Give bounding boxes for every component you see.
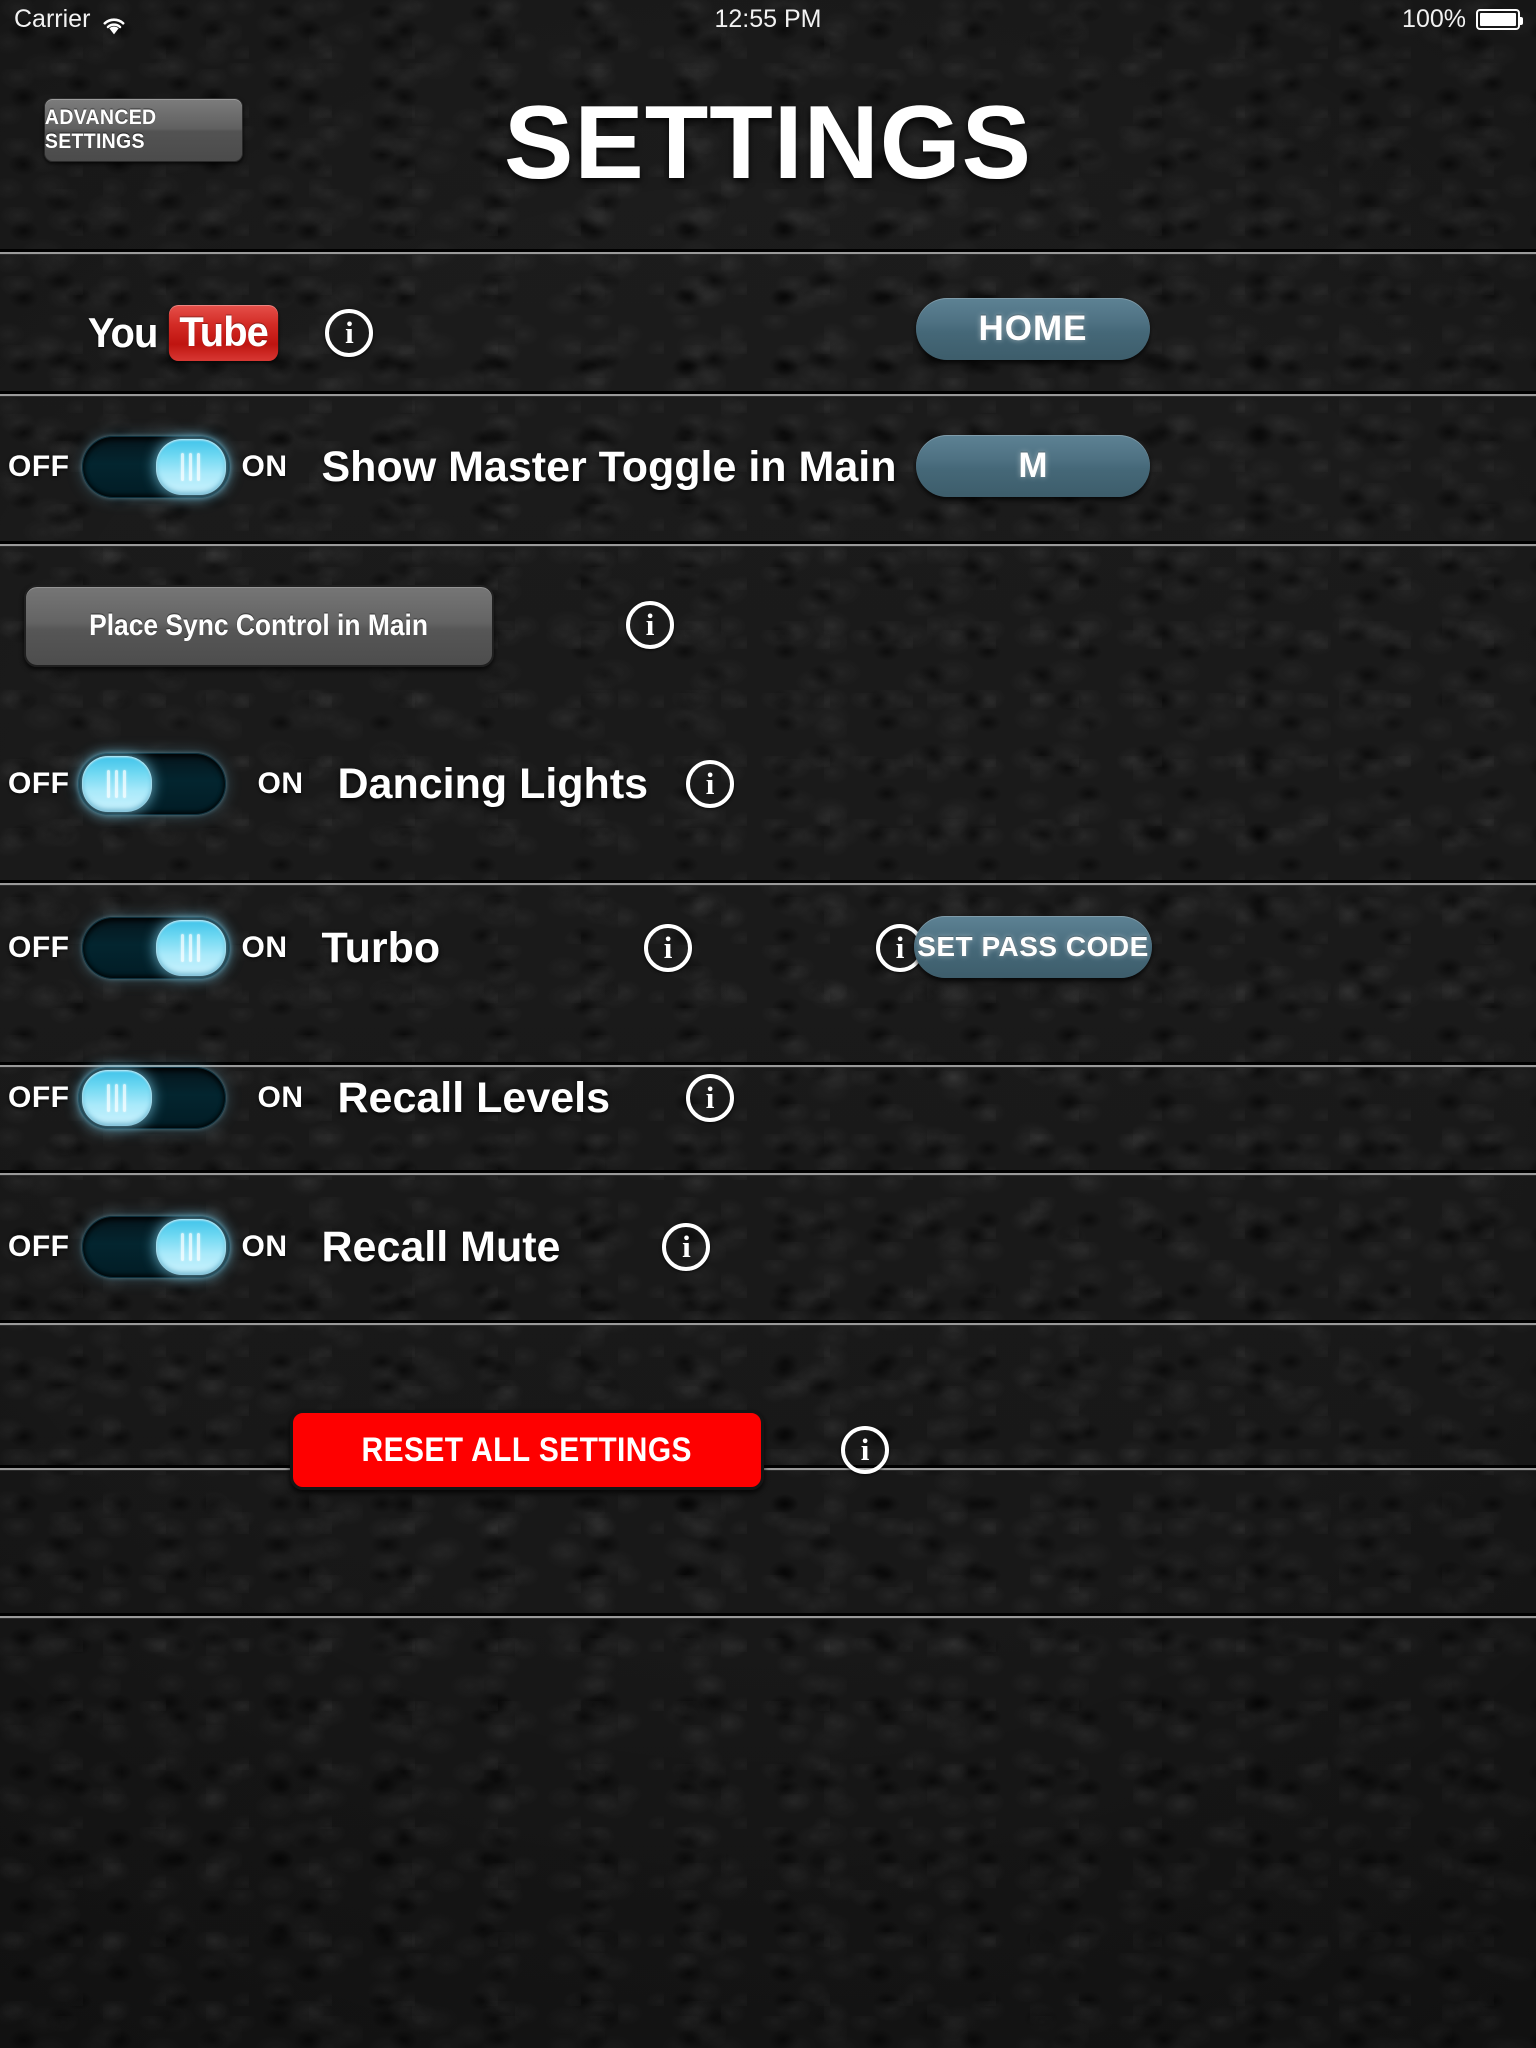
toggle-knob [155,439,226,495]
dancing-lights-toggle-switch[interactable] [77,753,226,815]
separator [0,880,1536,886]
toggle-knob [81,756,152,812]
page-title: SETTINGS [503,85,1033,201]
master-toggle-row: OFF ON Show Master Toggle in Main i [0,435,1536,499]
toggle-off-label: OFF [8,1230,70,1263]
separator [0,1320,1536,1326]
toggle-knob [155,920,226,976]
youtube-row: You Tube i [0,298,1536,368]
status-bar-clock: 12:55 PM [714,5,822,33]
info-icon[interactable]: i [644,924,693,972]
toggle-off-label: OFF [8,450,70,483]
battery-full-icon [1476,8,1523,30]
youtube-logo-you: You [87,309,159,356]
toggle-off-label: OFF [8,931,70,964]
info-icon[interactable]: i [841,1426,889,1474]
dancing-lights-row: OFF ON Dancing Lights i [0,752,1536,816]
recall-levels-label: Recall Levels [337,1073,611,1122]
toggle-knob [155,1219,226,1275]
info-icon[interactable]: i [686,760,735,808]
separator [0,1170,1536,1176]
home-button-label: HOME [978,309,1088,348]
status-bar: Carrier 12:55 PM 100% [0,0,1536,38]
info-icon[interactable]: i [325,309,374,357]
show-master-toggle-switch[interactable] [81,436,230,498]
turbo-row: OFF ON Turbo i i [0,916,1536,980]
separator [0,1613,1536,1619]
separator [0,249,1536,255]
toggle-on-label: ON [257,767,304,800]
status-bar-right: 100% [1402,0,1523,38]
recall-levels-row: OFF ON Recall Levels i [0,1066,1536,1130]
show-master-toggle-label: Show Master Toggle in Main [321,442,897,491]
toggle-off-label: OFF [8,1081,70,1114]
separator [0,1465,1536,1471]
separator [0,541,1536,547]
set-pass-code-label: SET PASS CODE [917,931,1149,962]
toggle-off-label: OFF [8,767,70,800]
place-sync-control-label: Place Sync Control in Main [89,609,429,642]
recall-mute-label: Recall Mute [321,1222,561,1271]
toggle-on-label: ON [257,1081,304,1114]
home-button[interactable]: HOME [916,298,1150,360]
toggle-on-label: ON [241,931,288,964]
recall-levels-toggle-switch[interactable] [77,1067,226,1129]
dancing-lights-label: Dancing Lights [337,759,649,808]
turbo-toggle-switch[interactable] [81,917,230,979]
battery-percent-label: 100% [1402,5,1466,33]
toggle-on-label: ON [241,1230,288,1263]
youtube-logo-tube: Tube [169,305,279,361]
reset-all-settings-label: RESET ALL SETTINGS [361,1430,693,1469]
toggle-on-label: ON [241,450,288,483]
m-button-label: M [1018,446,1048,485]
info-icon[interactable]: i [686,1074,735,1122]
place-sync-control-button[interactable]: Place Sync Control in Main [24,585,494,667]
info-icon[interactable]: i [626,601,674,649]
recall-mute-toggle-switch[interactable] [81,1216,230,1278]
recall-mute-row: OFF ON Recall Mute i [0,1215,1536,1279]
info-icon[interactable]: i [662,1223,711,1271]
separator [0,391,1536,397]
toggle-knob [81,1070,152,1126]
reset-all-settings-button[interactable]: RESET ALL SETTINGS [290,1410,764,1490]
youtube-logo[interactable]: You Tube [86,305,281,361]
set-pass-code-button[interactable]: SET PASS CODE [914,916,1152,978]
m-button[interactable]: M [916,435,1150,497]
page-header: ADVANCED SETTINGS SETTINGS [0,38,1536,249]
turbo-label: Turbo [321,923,441,972]
